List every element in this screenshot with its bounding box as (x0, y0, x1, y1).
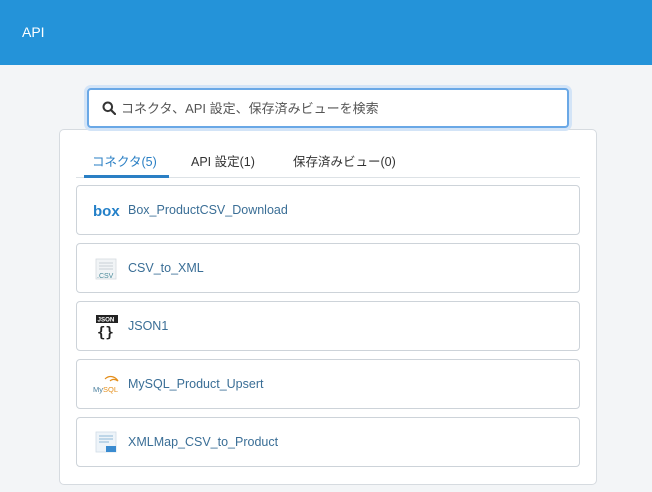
resource-panel: コネクタ(5) API 設定(1) 保存済みビュー(0) box Box_Pro… (59, 129, 597, 485)
xmlmap-icon (95, 431, 117, 453)
csv-icon: .CSV (95, 258, 117, 280)
connector-card[interactable]: box Box_ProductCSV_Download (76, 185, 580, 235)
connector-label: XMLMap_CSV_to_Product (128, 435, 279, 449)
connector-label: CSV_to_XML (128, 261, 204, 275)
active-tab-indicator (84, 175, 169, 178)
connector-label: JSON1 (128, 319, 169, 333)
connector-label: Box_ProductCSV_Download (128, 203, 288, 217)
search-box[interactable] (87, 88, 569, 128)
search-icon (102, 101, 116, 115)
svg-text:JSON: JSON (98, 317, 115, 324)
search-input[interactable] (121, 90, 561, 126)
connector-label: MySQL_Product_Upsert (128, 377, 264, 391)
app-header: API (0, 0, 652, 65)
connector-card[interactable]: XMLMap_CSV_to_Product (76, 417, 580, 467)
tab-api-settings[interactable]: API 設定(1) (191, 151, 255, 178)
svg-text:box: box (93, 203, 120, 220)
svg-text:.CSV: .CSV (97, 273, 114, 280)
connector-card[interactable]: My SQL MySQL_Product_Upsert (76, 359, 580, 409)
connector-card[interactable]: .CSV CSV_to_XML (76, 243, 580, 293)
mysql-icon: My SQL (93, 375, 119, 394)
json-icon: JSON {} (96, 315, 118, 341)
tab-saved-views[interactable]: 保存済みビュー(0) (293, 151, 396, 178)
svg-text:SQL: SQL (103, 385, 118, 394)
svg-text:My: My (93, 385, 103, 394)
header-title: API (22, 24, 45, 40)
tab-connectors[interactable]: コネクタ(5) (92, 151, 157, 178)
svg-text:{}: {} (97, 325, 114, 341)
connector-card[interactable]: JSON {} JSON1 (76, 301, 580, 351)
box-icon: box (93, 203, 120, 220)
tab-bar: コネクタ(5) API 設定(1) 保存済みビュー(0) (76, 146, 580, 178)
